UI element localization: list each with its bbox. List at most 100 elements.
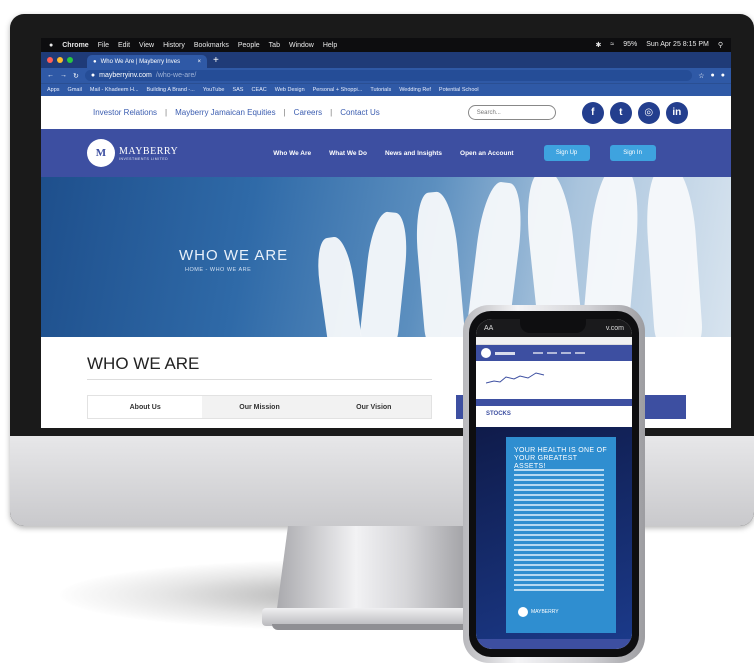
site-top-nav: Investor Relations | Mayberry Jamaican E… bbox=[41, 96, 731, 129]
bookmark-web-design[interactable]: Web Design bbox=[275, 87, 305, 93]
profile-icon[interactable]: ● bbox=[721, 72, 725, 79]
nav-open-account[interactable]: Open an Account bbox=[460, 150, 514, 157]
sign-in-button[interactable]: Sign In bbox=[609, 145, 656, 161]
tab-favicon-icon: ● bbox=[93, 58, 97, 65]
paper-figure bbox=[642, 177, 704, 337]
bookmark-school[interactable]: Potential School bbox=[439, 87, 479, 93]
phone-bezel: AA v.com STOCKS YOUR HEALTH IS ONE OF YO… bbox=[469, 311, 639, 657]
wifi-icon[interactable]: ≈ bbox=[610, 41, 614, 49]
new-tab-button[interactable]: + bbox=[213, 55, 219, 66]
apple-icon[interactable]: ● bbox=[49, 42, 53, 49]
minimize-window-button[interactable] bbox=[57, 57, 63, 63]
logo-subtext: INVESTMENTS LIMITED bbox=[119, 156, 169, 161]
phone-nav-link[interactable] bbox=[575, 352, 585, 354]
url-host: mayberryinv.com bbox=[99, 72, 152, 79]
bookmark-personal[interactable]: Personal + Shoppi... bbox=[313, 87, 363, 93]
bookmarks-bar: Apps Gmail Mail - Khadeem H... Building … bbox=[41, 83, 731, 96]
paper-figure bbox=[359, 210, 411, 337]
link-careers[interactable]: Careers bbox=[294, 108, 322, 117]
bookmark-ceac[interactable]: CEAC bbox=[251, 87, 266, 93]
logo-mark: M bbox=[87, 139, 115, 167]
bookmark-youtube[interactable]: YouTube bbox=[203, 87, 225, 93]
breadcrumb[interactable]: HOME - WHO WE ARE bbox=[185, 267, 251, 273]
paper-figure bbox=[313, 235, 363, 337]
menu-file[interactable]: File bbox=[98, 42, 109, 49]
main-nav-links: Who We Are What We Do News and Insights … bbox=[273, 150, 513, 157]
tab-our-mission[interactable]: Our Mission bbox=[202, 396, 317, 418]
bookmark-building-brand[interactable]: Building A Brand -... bbox=[147, 87, 195, 93]
sign-up-button[interactable]: Sign Up bbox=[543, 145, 590, 161]
menu-help[interactable]: Help bbox=[323, 42, 337, 49]
bookmark-tutorials[interactable]: Tutorials bbox=[370, 87, 391, 93]
product-mockup: ● Chrome File Edit View History Bookmark… bbox=[0, 0, 754, 664]
nav-news-insights[interactable]: News and Insights bbox=[385, 150, 442, 157]
site-search-input[interactable]: Search... bbox=[467, 105, 556, 120]
stock-sparkline bbox=[486, 372, 545, 384]
menu-tab[interactable]: Tab bbox=[269, 42, 280, 49]
forward-icon[interactable]: → bbox=[60, 72, 67, 79]
facebook-icon[interactable]: f bbox=[581, 101, 604, 124]
close-tab-icon[interactable]: × bbox=[197, 59, 201, 65]
tab-title: Who We Are | Mayberry Inves bbox=[100, 58, 181, 65]
link-investor-relations[interactable]: Investor Relations bbox=[93, 108, 157, 117]
paper-figure bbox=[412, 190, 466, 337]
nav-what-we-do[interactable]: What We Do bbox=[329, 150, 367, 157]
bookmark-gmail[interactable]: Gmail bbox=[68, 87, 82, 93]
browser-tab[interactable]: ● Who We Are | Mayberry Inves × bbox=[87, 55, 207, 68]
menu-bookmarks[interactable]: Bookmarks bbox=[194, 42, 229, 49]
phone-health-heading: YOUR HEALTH IS ONE OF YOUR GREATEST ASSE… bbox=[514, 447, 609, 471]
nav-separator: | bbox=[330, 108, 333, 117]
social-links: f t ◎ in bbox=[581, 101, 688, 124]
close-window-button[interactable] bbox=[47, 57, 53, 63]
phone-url[interactable]: v.com bbox=[606, 325, 624, 332]
phone-top-links bbox=[476, 337, 632, 345]
linkedin-icon[interactable]: in bbox=[665, 101, 688, 124]
phone-nav-link[interactable] bbox=[561, 352, 571, 354]
tab-about-us[interactable]: About Us bbox=[88, 396, 203, 418]
phone-nav-link[interactable] bbox=[547, 352, 557, 354]
menu-window[interactable]: Window bbox=[289, 42, 314, 49]
menu-app-name[interactable]: Chrome bbox=[62, 42, 88, 49]
menu-history[interactable]: History bbox=[163, 42, 185, 49]
url-path: /who-we-are/ bbox=[155, 72, 197, 79]
twitter-icon[interactable]: t bbox=[609, 101, 632, 124]
menu-view[interactable]: View bbox=[139, 42, 154, 49]
logo-text: MAYBERRY bbox=[119, 145, 179, 157]
nav-who-we-are[interactable]: Who We Are bbox=[273, 150, 311, 157]
battery-percent[interactable]: 95% bbox=[623, 41, 637, 49]
link-mayberry-equities[interactable]: Mayberry Jamaican Equities bbox=[175, 108, 275, 117]
site-logo[interactable]: M MAYBERRY INVESTMENTS LIMITED bbox=[87, 139, 178, 167]
tab-our-vision[interactable]: Our Vision bbox=[316, 396, 431, 418]
nav-separator: | bbox=[165, 108, 168, 117]
phone-notch bbox=[520, 319, 586, 333]
reload-icon[interactable]: ↻ bbox=[73, 72, 79, 80]
back-icon[interactable]: ← bbox=[47, 72, 54, 79]
star-icon[interactable]: ☆ bbox=[698, 72, 704, 80]
content-tabs: About Us Our Mission Our Vision bbox=[87, 395, 432, 419]
text-size-button[interactable]: AA bbox=[484, 325, 493, 332]
menu-people[interactable]: People bbox=[238, 42, 260, 49]
extension-icon[interactable]: ● bbox=[711, 72, 715, 79]
health-line-1: YOUR HEALTH IS ONE OF bbox=[514, 447, 607, 454]
link-contact-us[interactable]: Contact Us bbox=[340, 108, 380, 117]
bluetooth-icon[interactable]: ✱ bbox=[595, 41, 601, 49]
menu-clock[interactable]: Sun Apr 25 8:15 PM bbox=[646, 41, 709, 49]
phone-card-logo: MAYBERRY bbox=[518, 607, 559, 617]
hero-title: WHO WE ARE bbox=[179, 247, 289, 264]
bookmark-sas[interactable]: SAS bbox=[232, 87, 243, 93]
address-bar[interactable]: ● mayberryinv.com/who-we-are/ bbox=[84, 70, 693, 81]
phone-card-logo-mark bbox=[518, 607, 528, 617]
bookmark-wedding[interactable]: Wedding Ref bbox=[399, 87, 431, 93]
zoom-window-button[interactable] bbox=[67, 57, 73, 63]
imac-stand bbox=[276, 526, 476, 616]
bookmark-mail[interactable]: Mail - Khadeem H... bbox=[90, 87, 139, 93]
bookmark-apps[interactable]: Apps bbox=[47, 87, 60, 93]
menu-edit[interactable]: Edit bbox=[118, 42, 130, 49]
title-divider bbox=[87, 379, 432, 380]
search-icon[interactable]: ⚲ bbox=[718, 41, 723, 49]
phone-nav-link[interactable] bbox=[533, 352, 543, 354]
phone-health-body bbox=[514, 469, 604, 594]
phone-logo-mark[interactable] bbox=[481, 348, 491, 358]
phone-logo-text bbox=[495, 351, 515, 355]
instagram-icon[interactable]: ◎ bbox=[637, 101, 660, 124]
